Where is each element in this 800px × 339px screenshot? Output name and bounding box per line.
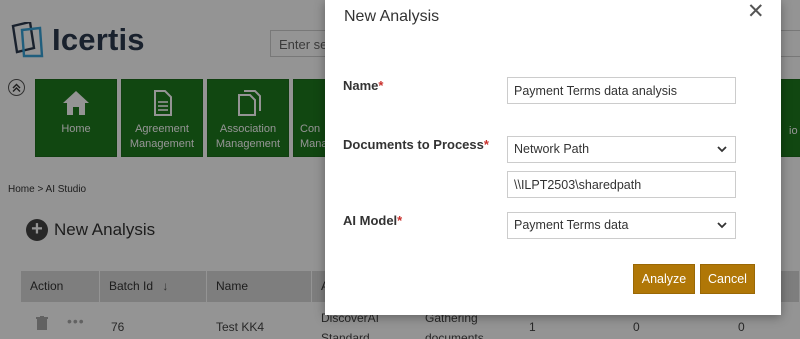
- analyze-button[interactable]: Analyze: [633, 264, 695, 294]
- new-analysis-dialog: New Analysis ✕ Name* Documents to Proces…: [325, 0, 781, 315]
- dialog-title: New Analysis: [344, 8, 440, 25]
- close-icon[interactable]: ✕: [747, 1, 765, 22]
- name-label: Name*: [343, 78, 383, 93]
- documents-label-text: Documents to Process: [343, 137, 484, 152]
- documents-select[interactable]: Network Path: [507, 136, 736, 163]
- ai-model-select[interactable]: Payment Terms data: [507, 212, 736, 239]
- cancel-button[interactable]: Cancel: [700, 264, 755, 294]
- required-asterisk: *: [397, 213, 403, 228]
- documents-select-value: Network Path: [514, 142, 590, 156]
- required-asterisk: *: [378, 78, 384, 93]
- name-label-text: Name: [343, 78, 379, 93]
- required-asterisk: *: [483, 137, 489, 152]
- ai-model-label-text: AI Model: [343, 213, 398, 228]
- chevron-down-icon: [717, 146, 727, 153]
- chevron-down-icon: [717, 222, 727, 229]
- ai-model-label: AI Model*: [343, 213, 402, 228]
- name-input[interactable]: [507, 77, 736, 104]
- network-path-input[interactable]: [507, 171, 736, 198]
- ai-model-select-value: Payment Terms data: [514, 218, 629, 232]
- documents-label: Documents to Process*: [343, 137, 489, 152]
